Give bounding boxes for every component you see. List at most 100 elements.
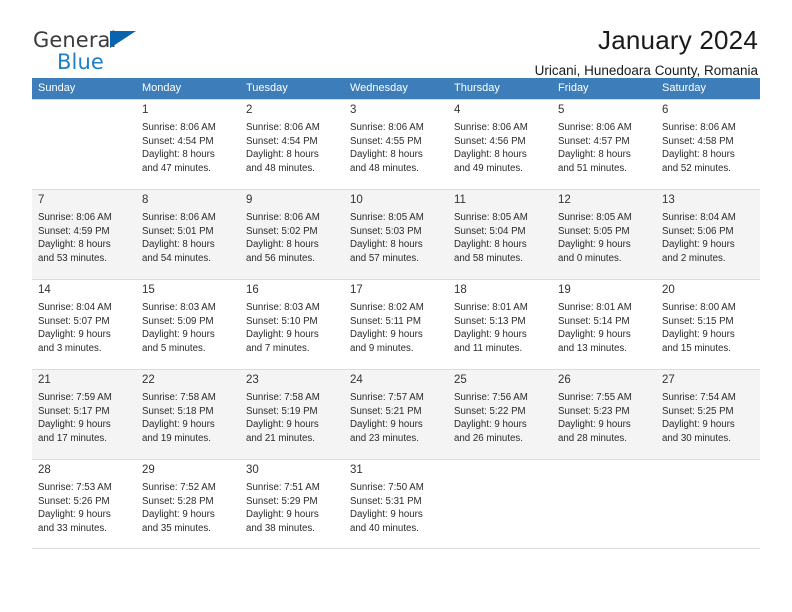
day-details: Sunrise: 8:01 AM Sunset: 5:13 PM Dayligh… (454, 302, 528, 354)
day-cell[interactable]: 26 Sunrise: 7:55 AM Sunset: 5:23 PM Dayli… (552, 369, 656, 459)
day-cell[interactable]: 8 Sunrise: 8:06 AM Sunset: 5:01 PM Daylig… (136, 189, 240, 279)
day-cell[interactable]: 16 Sunrise: 8:03 AM Sunset: 5:10 PM Dayli… (240, 279, 344, 369)
week-row: 14 Sunrise: 8:04 AM Sunset: 5:07 PM Dayli… (32, 279, 760, 369)
day-details: Sunrise: 8:06 AM Sunset: 4:56 PM Dayligh… (454, 122, 528, 174)
day-number: 24 (350, 374, 363, 386)
day-cell[interactable]: 24 Sunrise: 7:57 AM Sunset: 5:21 PM Dayli… (344, 369, 448, 459)
day-cell[interactable]: 3 Sunrise: 8:06 AM Sunset: 4:55 PM Daylig… (344, 99, 448, 189)
weekday-header-tuesday: Tuesday (240, 78, 344, 99)
logo-text-blue: Blue (57, 50, 104, 74)
day-cell[interactable]: 17 Sunrise: 8:02 AM Sunset: 5:11 PM Dayli… (344, 279, 448, 369)
triangle-icon (110, 31, 136, 48)
day-details: Sunrise: 7:54 AM Sunset: 5:25 PM Dayligh… (662, 392, 736, 444)
day-number: 6 (662, 104, 669, 116)
day-cell[interactable]: 27 Sunrise: 7:54 AM Sunset: 5:25 PM Dayli… (656, 369, 760, 459)
day-cell[interactable]: 6 Sunrise: 8:06 AM Sunset: 4:58 PM Daylig… (656, 99, 760, 189)
day-number: 2 (246, 104, 253, 116)
day-cell[interactable]: 4 Sunrise: 8:06 AM Sunset: 4:56 PM Daylig… (448, 99, 552, 189)
day-cell[interactable]: 5 Sunrise: 8:06 AM Sunset: 4:57 PM Daylig… (552, 99, 656, 189)
day-cell[interactable]: 9 Sunrise: 8:06 AM Sunset: 5:02 PM Daylig… (240, 189, 344, 279)
weekday-header-thursday: Thursday (448, 78, 552, 99)
day-cell[interactable]: 12 Sunrise: 8:05 AM Sunset: 5:05 PM Dayli… (552, 189, 656, 279)
day-details: Sunrise: 8:05 AM Sunset: 5:04 PM Dayligh… (454, 212, 528, 264)
page-title: January 2024 (598, 25, 758, 55)
weekday-header-friday: Friday (552, 78, 656, 99)
day-details: Sunrise: 8:01 AM Sunset: 5:14 PM Dayligh… (558, 302, 632, 354)
day-details: Sunrise: 7:51 AM Sunset: 5:29 PM Dayligh… (246, 482, 320, 534)
day-cell[interactable]: 28 Sunrise: 7:53 AM Sunset: 5:26 PM Dayli… (32, 459, 136, 549)
day-cell[interactable]: 11 Sunrise: 8:05 AM Sunset: 5:04 PM Dayli… (448, 189, 552, 279)
calendar-body: 1 Sunrise: 8:06 AM Sunset: 4:54 PM Daylig… (32, 99, 760, 549)
day-number: 28 (38, 464, 51, 476)
day-cell[interactable]: 31 Sunrise: 7:50 AM Sunset: 5:31 PM Dayli… (344, 459, 448, 549)
day-cell[interactable]: 10 Sunrise: 8:05 AM Sunset: 5:03 PM Dayli… (344, 189, 448, 279)
day-details: Sunrise: 8:06 AM Sunset: 4:54 PM Dayligh… (142, 122, 216, 174)
day-details: Sunrise: 8:05 AM Sunset: 5:03 PM Dayligh… (350, 212, 424, 264)
day-cell[interactable]: 18 Sunrise: 8:01 AM Sunset: 5:13 PM Dayli… (448, 279, 552, 369)
calendar-head: Sunday Monday Tuesday Wednesday Thursday… (32, 78, 760, 99)
day-number: 31 (350, 464, 363, 476)
day-cell[interactable]: 20 Sunrise: 8:00 AM Sunset: 5:15 PM Dayli… (656, 279, 760, 369)
general-blue-logo[interactable]: General Blue (32, 26, 212, 78)
day-details: Sunrise: 8:06 AM Sunset: 5:01 PM Dayligh… (142, 212, 216, 264)
day-cell[interactable]: 7 Sunrise: 8:06 AM Sunset: 4:59 PM Daylig… (32, 189, 136, 279)
day-details: Sunrise: 8:04 AM Sunset: 5:07 PM Dayligh… (38, 302, 112, 354)
day-number: 21 (38, 374, 51, 386)
day-number: 7 (38, 194, 45, 206)
day-cell[interactable]: 13 Sunrise: 8:04 AM Sunset: 5:06 PM Dayli… (656, 189, 760, 279)
day-cell[interactable]: 2 Sunrise: 8:06 AM Sunset: 4:54 PM Daylig… (240, 99, 344, 189)
weekday-header-sunday: Sunday (32, 78, 136, 99)
day-number: 11 (454, 194, 466, 206)
page-subtitle: Uricani, Hunedoara County, Romania (534, 63, 758, 79)
day-details: Sunrise: 8:06 AM Sunset: 4:58 PM Dayligh… (662, 122, 736, 174)
day-cell[interactable]: 14 Sunrise: 8:04 AM Sunset: 5:07 PM Dayli… (32, 279, 136, 369)
day-cell[interactable]: 1 Sunrise: 8:06 AM Sunset: 4:54 PM Daylig… (136, 99, 240, 189)
day-details: Sunrise: 8:06 AM Sunset: 5:02 PM Dayligh… (246, 212, 320, 264)
day-details: Sunrise: 7:50 AM Sunset: 5:31 PM Dayligh… (350, 482, 424, 534)
day-details: Sunrise: 7:57 AM Sunset: 5:21 PM Dayligh… (350, 392, 424, 444)
day-number: 22 (142, 374, 155, 386)
day-number: 15 (142, 284, 155, 296)
day-number: 4 (454, 104, 461, 116)
day-details: Sunrise: 7:55 AM Sunset: 5:23 PM Dayligh… (558, 392, 632, 444)
day-details: Sunrise: 7:56 AM Sunset: 5:22 PM Dayligh… (454, 392, 528, 444)
day-cell[interactable]: 23 Sunrise: 7:58 AM Sunset: 5:19 PM Dayli… (240, 369, 344, 459)
day-number: 16 (246, 284, 259, 296)
day-details: Sunrise: 8:06 AM Sunset: 4:54 PM Dayligh… (246, 122, 320, 174)
day-cell[interactable]: 29 Sunrise: 7:52 AM Sunset: 5:28 PM Dayli… (136, 459, 240, 549)
day-cell[interactable]: 21 Sunrise: 7:59 AM Sunset: 5:17 PM Dayli… (32, 369, 136, 459)
week-row: 28 Sunrise: 7:53 AM Sunset: 5:26 PM Dayli… (32, 459, 760, 549)
day-details: Sunrise: 8:05 AM Sunset: 5:05 PM Dayligh… (558, 212, 632, 264)
day-cell[interactable]: 15 Sunrise: 8:03 AM Sunset: 5:09 PM Dayli… (136, 279, 240, 369)
day-number: 8 (142, 194, 149, 206)
day-cell[interactable] (32, 99, 136, 189)
day-details: Sunrise: 8:03 AM Sunset: 5:10 PM Dayligh… (246, 302, 320, 354)
month-calendar-table: Sunday Monday Tuesday Wednesday Thursday… (32, 78, 760, 549)
day-cell[interactable]: 30 Sunrise: 7:51 AM Sunset: 5:29 PM Dayli… (240, 459, 344, 549)
day-cell[interactable] (656, 459, 760, 549)
day-details: Sunrise: 7:52 AM Sunset: 5:28 PM Dayligh… (142, 482, 216, 534)
day-cell[interactable]: 22 Sunrise: 7:58 AM Sunset: 5:18 PM Dayli… (136, 369, 240, 459)
week-row: 1 Sunrise: 8:06 AM Sunset: 4:54 PM Daylig… (32, 99, 760, 189)
week-row: 21 Sunrise: 7:59 AM Sunset: 5:17 PM Dayli… (32, 369, 760, 459)
day-cell[interactable] (448, 459, 552, 549)
day-number: 14 (38, 284, 51, 296)
day-details: Sunrise: 7:59 AM Sunset: 5:17 PM Dayligh… (38, 392, 112, 444)
day-number: 9 (246, 194, 253, 206)
day-number: 20 (662, 284, 675, 296)
day-details: Sunrise: 7:58 AM Sunset: 5:19 PM Dayligh… (246, 392, 320, 444)
day-cell[interactable]: 25 Sunrise: 7:56 AM Sunset: 5:22 PM Dayli… (448, 369, 552, 459)
day-number: 19 (558, 284, 571, 296)
week-row: 7 Sunrise: 8:06 AM Sunset: 4:59 PM Daylig… (32, 189, 760, 279)
day-number: 1 (142, 104, 149, 116)
day-number: 23 (246, 374, 259, 386)
day-details: Sunrise: 7:58 AM Sunset: 5:18 PM Dayligh… (142, 392, 216, 444)
weekday-header-monday: Monday (136, 78, 240, 99)
title-block: January 2024 Uricani, Hunedoara County, … (535, 26, 760, 78)
day-number: 25 (454, 374, 467, 386)
day-details: Sunrise: 7:53 AM Sunset: 5:26 PM Dayligh… (38, 482, 112, 534)
day-cell[interactable]: 19 Sunrise: 8:01 AM Sunset: 5:14 PM Dayli… (552, 279, 656, 369)
day-cell[interactable] (552, 459, 656, 549)
day-details: Sunrise: 8:00 AM Sunset: 5:15 PM Dayligh… (662, 302, 736, 354)
day-details: Sunrise: 8:04 AM Sunset: 5:06 PM Dayligh… (662, 212, 736, 264)
